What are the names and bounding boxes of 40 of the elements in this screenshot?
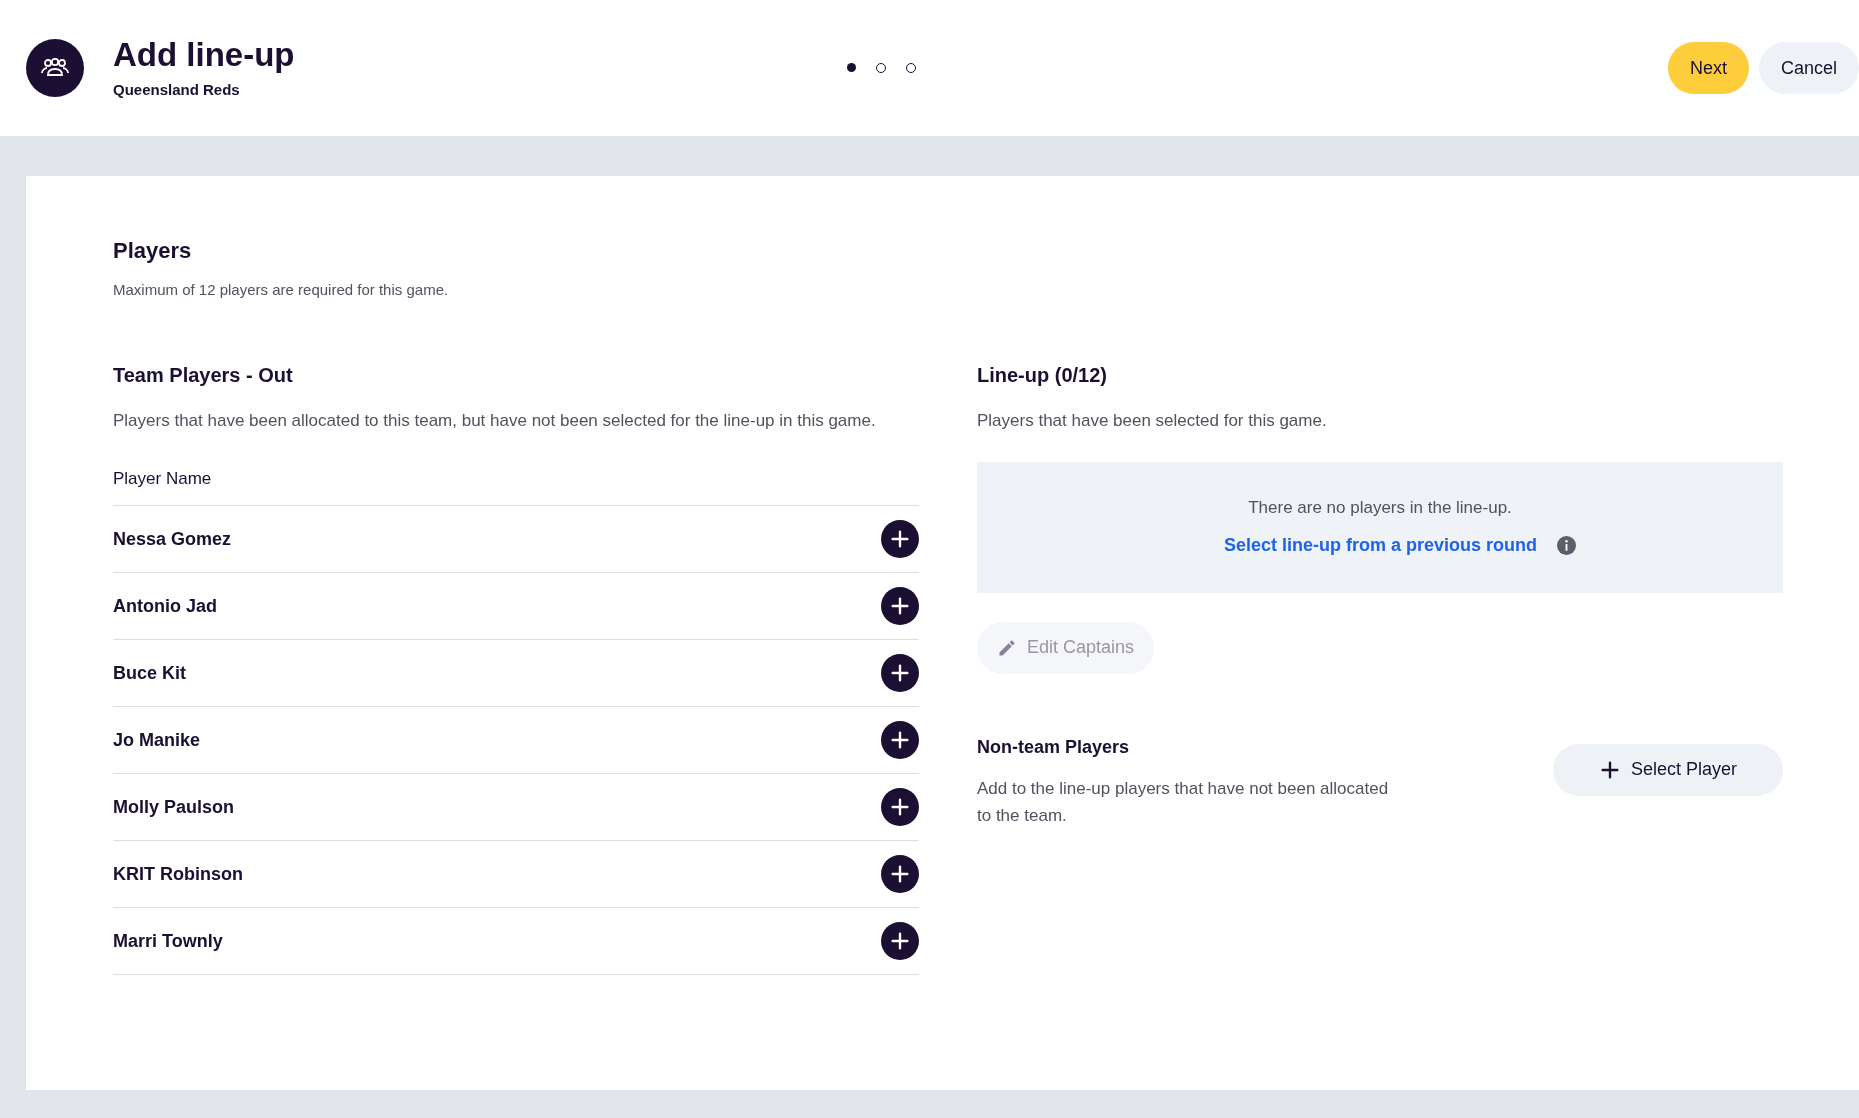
plus-icon xyxy=(889,662,911,684)
subsection-title: Non-team Players xyxy=(977,735,1131,759)
add-player-button[interactable] xyxy=(881,654,919,692)
player-name: Marri Townly xyxy=(113,929,223,953)
plus-icon xyxy=(889,595,911,617)
group-icon xyxy=(39,58,71,78)
add-player-button[interactable] xyxy=(881,855,919,893)
team-name: Queensland Reds xyxy=(113,80,241,101)
plus-icon xyxy=(889,863,911,885)
player-name: Nessa Gomez xyxy=(113,527,232,551)
plus-icon xyxy=(889,528,911,550)
player-name: KRIT Robinson xyxy=(113,862,243,886)
page-title: Add line-up xyxy=(113,35,295,76)
player-name: Jo Manike xyxy=(113,728,201,752)
section-description: Maximum of 12 players are required for this game. xyxy=(113,280,450,300)
add-player-button[interactable] xyxy=(881,721,919,759)
previous-round-link[interactable]: Select line-up from a previous round xyxy=(1223,532,1538,560)
plus-icon xyxy=(889,796,911,818)
column-title: Team Players - Out xyxy=(113,362,294,388)
cancel-button[interactable]: Cancel xyxy=(1758,42,1859,94)
add-player-button[interactable] xyxy=(881,788,919,826)
select-player-button[interactable]: Select Player xyxy=(1553,743,1783,796)
info-icon[interactable] xyxy=(1557,536,1577,556)
column-description: Players that have been allocated to this team, but have not been selected for the line-up in this game. xyxy=(113,409,877,432)
column-description: Players that have been selected for this game. xyxy=(977,409,1328,432)
empty-message: There are no players in the line-up. xyxy=(1248,496,1512,519)
section-title: Players xyxy=(113,237,193,265)
column-header: Player Name xyxy=(113,465,212,506)
next-button[interactable]: Next xyxy=(1667,42,1749,94)
plus-icon xyxy=(889,729,911,751)
pencil-icon xyxy=(997,637,1017,658)
player-name: Buce Kit xyxy=(113,661,186,685)
player-name: Molly Paulson xyxy=(113,795,235,819)
player-name: Antonio Jad xyxy=(113,594,217,618)
plus-icon xyxy=(889,930,911,952)
add-player-button[interactable] xyxy=(881,520,919,558)
column-title: Line-up (0/12) xyxy=(977,362,1108,388)
subsection-description: Add to the line-up players that have not been allocated to the team. xyxy=(977,777,1390,827)
add-player-button[interactable] xyxy=(881,922,919,960)
add-player-button[interactable] xyxy=(881,587,919,625)
